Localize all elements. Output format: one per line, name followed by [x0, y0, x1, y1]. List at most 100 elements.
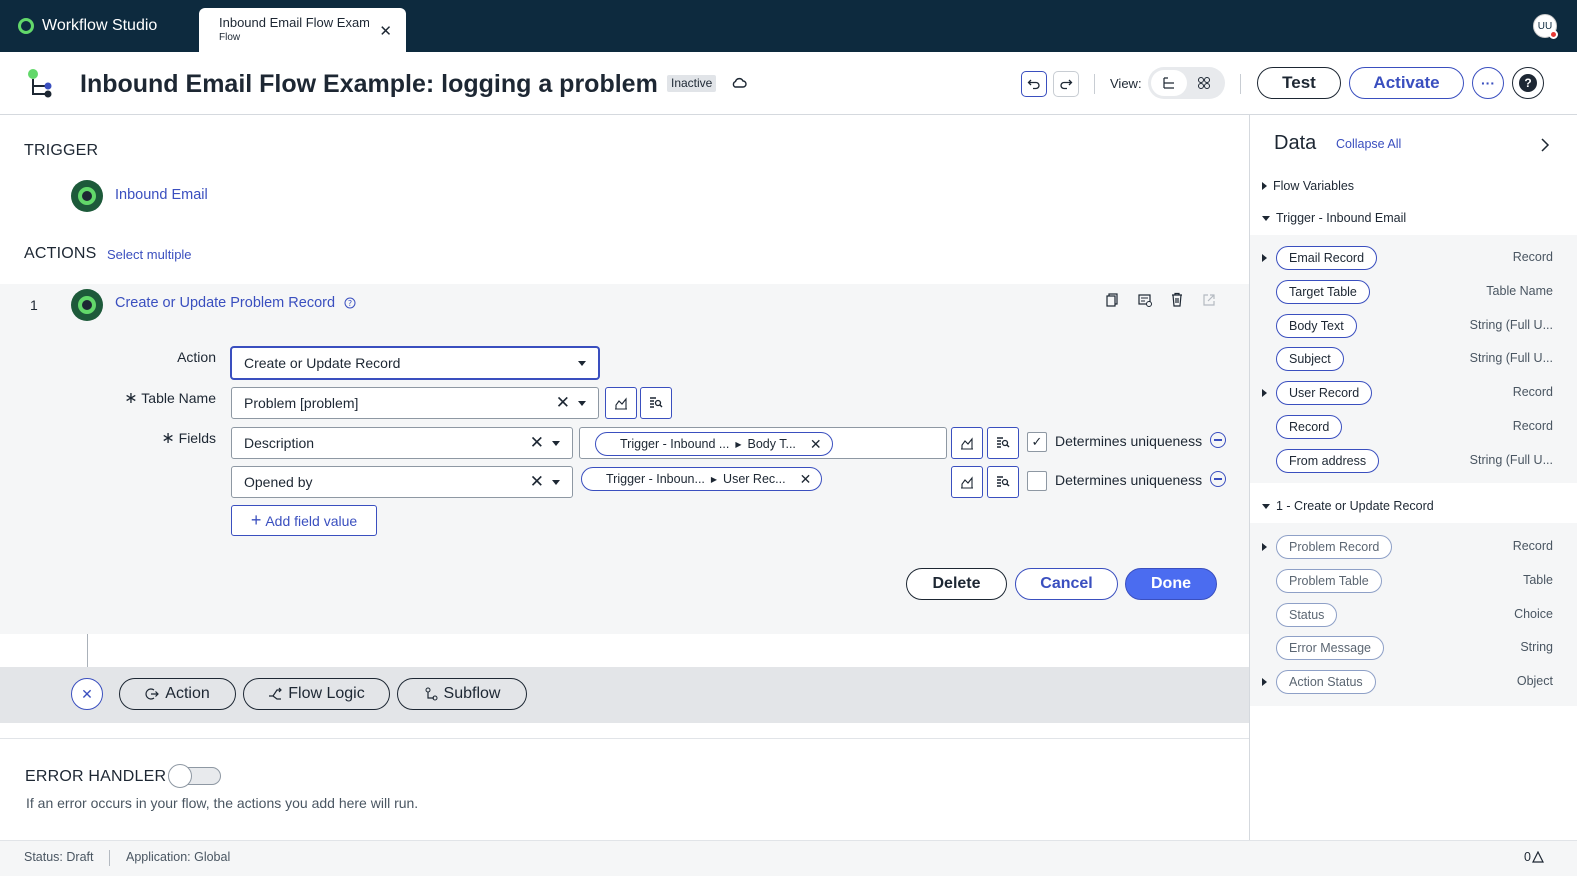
error-handler-toggle[interactable] — [168, 764, 221, 788]
uniqueness-checkbox[interactable]: ✓ — [1027, 432, 1047, 452]
remove-field-icon[interactable] — [1210, 471, 1226, 487]
more-options-button[interactable]: ··· — [1472, 67, 1504, 99]
help-icon: ? — [1519, 74, 1537, 92]
status-divider — [109, 850, 110, 866]
table-name-value: Problem [problem] — [244, 395, 359, 411]
collapse-all-link[interactable]: Collapse All — [1336, 137, 1401, 151]
error-handler-title: ERROR HANDLER — [25, 768, 167, 785]
view-tree-option[interactable] — [1151, 70, 1187, 96]
view-toggle[interactable] — [1148, 67, 1225, 99]
field-picker-button[interactable] — [987, 427, 1019, 459]
caret-right-icon: ▶ — [735, 439, 742, 449]
data-pill-item[interactable]: Target Table — [1276, 279, 1370, 304]
add-flow-logic-button[interactable]: Flow Logic — [243, 678, 390, 710]
add-field-value-button[interactable]: + Add field value — [231, 505, 377, 536]
data-pill[interactable]: Trigger - Inbound ... ▶ Body T... ✕ — [595, 432, 833, 456]
clear-icon[interactable]: ✕ — [530, 433, 544, 453]
tree-view-icon — [1163, 77, 1174, 89]
close-add-menu-button[interactable]: ✕ — [71, 678, 103, 710]
redo-button[interactable] — [1053, 71, 1079, 97]
undo-button[interactable] — [1021, 71, 1047, 97]
data-pill-item[interactable]: Email Record — [1276, 246, 1378, 270]
chevron-right-icon[interactable] — [1540, 138, 1550, 152]
data-pill-item[interactable]: Record — [1276, 415, 1343, 439]
field-select-opened-by[interactable]: Opened by ✕ — [231, 466, 573, 498]
table-name-select[interactable]: Problem [problem] ✕ — [231, 387, 599, 419]
ellipsis-icon: ··· — [1481, 75, 1495, 91]
field-picker-button[interactable] — [987, 466, 1019, 498]
field-data-pill-button[interactable] — [951, 466, 983, 498]
data-type-label: Table Name — [1486, 283, 1553, 298]
activate-button[interactable]: Activate — [1349, 67, 1464, 99]
delete-button[interactable]: Delete — [906, 568, 1007, 600]
chevron-down-icon — [578, 361, 586, 366]
caret-right-icon: ▶ — [710, 474, 718, 484]
field-data-pill-button[interactable] — [951, 427, 983, 459]
test-button[interactable]: Test — [1257, 67, 1341, 99]
open-external-icon — [1203, 294, 1215, 306]
avatar[interactable]: UU — [1533, 14, 1558, 39]
data-type-label: Table — [1523, 572, 1553, 587]
data-pill-item[interactable]: Body Text — [1276, 313, 1357, 338]
data-pill-item[interactable]: User Record — [1276, 381, 1373, 406]
data-pill[interactable]: Trigger - Inboun... ▶ User Rec... ✕ — [581, 467, 823, 491]
remove-field-icon[interactable] — [1210, 432, 1226, 448]
tab-flow[interactable]: Inbound Email Flow Example: logging a pr… — [199, 8, 406, 52]
notification-count[interactable]: 0 — [1524, 850, 1531, 864]
undo-icon — [1027, 79, 1040, 90]
annotate-icon[interactable] — [1138, 293, 1152, 307]
trigger-link[interactable]: Inbound Email — [115, 187, 208, 203]
action-select[interactable]: Create or Update Record — [231, 347, 599, 379]
table-picker-button[interactable] — [640, 387, 672, 419]
info-icon[interactable]: ? — [344, 297, 356, 309]
caret-right-icon[interactable] — [1262, 254, 1267, 262]
copy-icon[interactable] — [1105, 293, 1119, 307]
table-data-pill-button[interactable] — [605, 387, 637, 419]
fields-label: ∗ Fields — [161, 430, 216, 447]
picker-icon — [997, 437, 1010, 448]
trash-icon[interactable] — [1170, 292, 1184, 307]
help-button[interactable]: ? — [1512, 67, 1544, 99]
view-label: View: — [1110, 76, 1142, 91]
clear-icon[interactable]: ✕ — [530, 472, 544, 492]
data-pill-item[interactable]: Subject — [1276, 347, 1344, 372]
remove-pill-icon[interactable]: ✕ — [810, 436, 822, 453]
toolbar-divider — [1240, 74, 1241, 94]
data-type-label: String (Full U... — [1469, 452, 1553, 467]
cloud-icon[interactable] — [731, 76, 747, 90]
field-value-input-opened-by[interactable]: Trigger - Inboun... ▶ User Rec... ✕ — [579, 463, 823, 495]
remove-pill-icon[interactable]: ✕ — [800, 471, 812, 488]
caret-right-icon[interactable] — [1262, 543, 1267, 551]
done-button[interactable]: Done — [1125, 568, 1217, 600]
data-pill-item[interactable]: Error Message — [1276, 636, 1384, 661]
data-type-label: String (Full U... — [1469, 317, 1553, 332]
add-subflow-button[interactable]: Subflow — [397, 678, 527, 710]
view-diagram-option[interactable] — [1186, 70, 1222, 96]
add-action-button[interactable]: Action — [119, 678, 236, 710]
caret-right-icon[interactable] — [1262, 678, 1267, 687]
uniqueness-checkbox[interactable] — [1027, 471, 1047, 491]
field-select-description[interactable]: Description ✕ — [231, 427, 573, 459]
field-value-input-description[interactable]: Trigger - Inbound ... ▶ Body T... ✕ — [579, 427, 947, 459]
select-multiple-link[interactable]: Select multiple — [107, 247, 192, 262]
close-icon[interactable]: ✕ — [379, 22, 392, 40]
table-name-label: ∗ Table Name — [124, 390, 216, 407]
cancel-button[interactable]: Cancel — [1015, 568, 1118, 600]
data-pill-item[interactable]: Status — [1276, 602, 1338, 627]
warning-icon[interactable] — [1532, 851, 1544, 864]
data-pill-item[interactable]: Action Status — [1276, 670, 1376, 695]
caret-right-icon — [1262, 182, 1267, 190]
tree-action-group[interactable]: 1 - Create or Update Record — [1262, 499, 1434, 513]
tree-trigger-group[interactable]: Trigger - Inbound Email — [1262, 211, 1406, 225]
section-divider — [0, 738, 1249, 739]
tree-flow-variables[interactable]: Flow Variables — [1262, 179, 1354, 193]
data-type-label: Object — [1516, 674, 1553, 689]
action-title-link[interactable]: Create or Update Problem Record — [115, 295, 335, 311]
data-pill-item[interactable]: From address — [1276, 448, 1380, 473]
chevron-down-icon — [552, 441, 560, 446]
data-pill-item[interactable]: Problem Table — [1276, 568, 1382, 593]
app-logo[interactable]: Workflow Studio — [18, 14, 157, 38]
caret-right-icon[interactable] — [1262, 389, 1267, 398]
data-pill-item[interactable]: Problem Record — [1276, 535, 1393, 559]
clear-icon[interactable]: ✕ — [556, 393, 570, 413]
